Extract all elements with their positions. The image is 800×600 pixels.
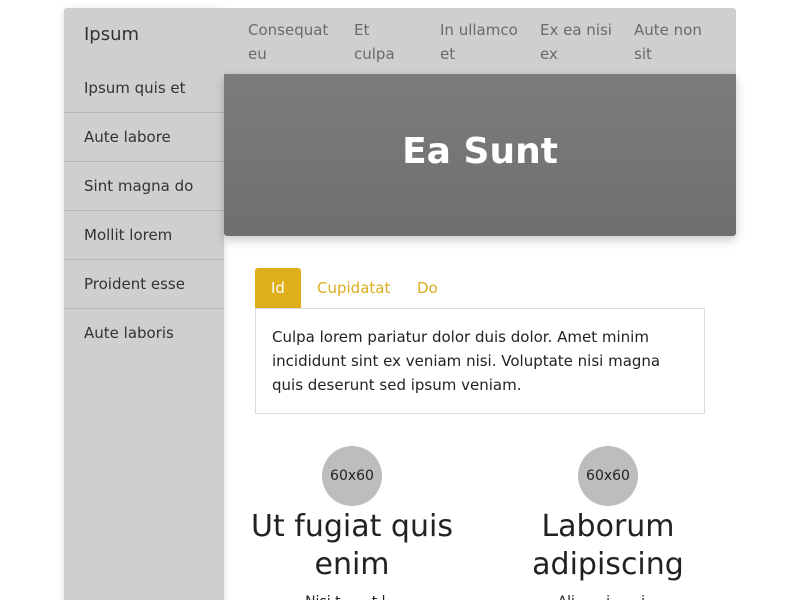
avatar-placeholder: 60x60 [578,446,638,506]
tab-do[interactable]: Do [401,268,454,308]
sidebar-item-aute-laboris[interactable]: Aute laboris [64,309,224,357]
feature-title: Laborum adipiscing [532,509,684,582]
hero-banner: Ea Sunt [224,74,736,236]
topnav-item-ex-ea-nisi-ex[interactable]: Ex ea nisi ex [540,18,612,66]
page: Ipsum Ipsum quis et Aute labore Sint mag… [0,0,800,600]
tab-id[interactable]: Id [255,268,301,308]
sidebar-item-mollit-lorem[interactable]: Mollit lorem [64,211,224,260]
sidebar-item-aute-labore[interactable]: Aute labore [64,113,224,162]
sidebar-title: Ipsum [84,24,140,45]
feature-title: Ut fugiat quis enim [251,509,453,582]
feature-text: Ali... ...i... ...i... [488,592,728,600]
topnav-item-consequat-eu[interactable]: Consequat eu [248,18,332,66]
feature-text: Nisi t... ...t l... [232,592,472,600]
topnav-item-aute-non-sit[interactable]: Aute non sit [634,18,706,66]
sidebar-item-proident-esse[interactable]: Proident esse [64,260,224,309]
sidebar-list: Ipsum quis et Aute labore Sint magna do … [64,64,224,357]
hero-title: Ea Sunt [402,131,558,172]
tab-cupidatat[interactable]: Cupidatat [301,268,406,308]
tab-panel-text: Culpa lorem pariatur dolor duis dolor. A… [272,328,661,394]
sidebar-item-ipsum-quis-et[interactable]: Ipsum quis et [64,64,224,113]
sidebar: Ipsum Ipsum quis et Aute labore Sint mag… [64,8,224,600]
sidebar-item-sint-magna-do[interactable]: Sint magna do [64,162,224,211]
feature-card: 60x60 Laborum adipiscing Ali... ...i... … [488,446,728,600]
feature-card: 60x60 Ut fugiat quis enim Nisi t... ...t… [232,446,472,600]
avatar-placeholder: 60x60 [322,446,382,506]
top-navigation: Consequat eu Et culpa ea In ullamco et E… [224,8,736,87]
tab-panel: Culpa lorem pariatur dolor duis dolor. A… [255,308,705,414]
topnav-item-in-ullamco-et[interactable]: In ullamco et [440,18,520,66]
